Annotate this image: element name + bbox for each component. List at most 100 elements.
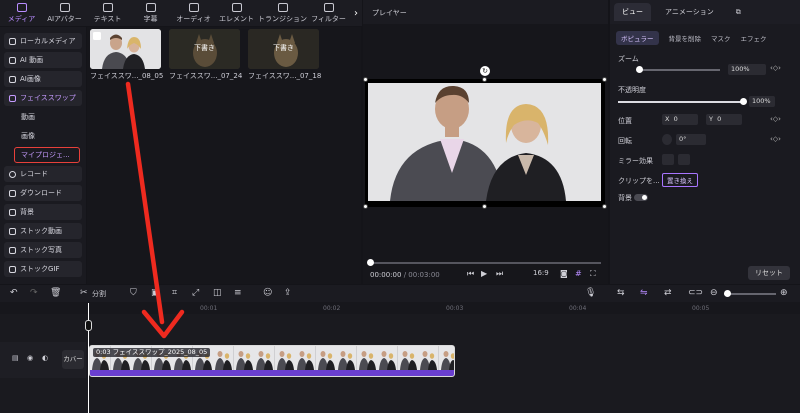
sidebar-item-download[interactable]: ダウンロード — [4, 185, 82, 201]
tab-ai-avatar[interactable]: AIアバター — [43, 0, 86, 26]
zoom-in-icon[interactable]: ⊕ — [780, 288, 788, 298]
shield-icon[interactable]: ⛉ — [130, 288, 137, 298]
resize-handle[interactable] — [363, 77, 368, 82]
subtab-effect[interactable]: エフェク — [741, 33, 767, 45]
sidebar-item-face-swap[interactable]: フェイススワップ — [4, 90, 82, 106]
playback-scrubber[interactable] — [369, 262, 601, 264]
timeline-zoom-slider[interactable] — [724, 293, 776, 295]
media-thumb-3[interactable]: 下書き — [248, 29, 319, 69]
aspect-ratio-select[interactable]: 16:9 — [533, 269, 549, 277]
clip-label: 0:03 フェイススワップ_2025_08_05 — [93, 348, 211, 357]
reset-button[interactable]: リセット — [748, 266, 790, 280]
tab-text[interactable]: テキスト — [86, 0, 129, 26]
text-icon — [102, 2, 113, 12]
sidebar-item-stock-photo[interactable]: ストック写真 — [4, 242, 82, 258]
speed-icon[interactable]: ◫ — [213, 288, 222, 298]
sidebar-item-ai-image[interactable]: AI画像 — [4, 71, 82, 87]
track-video-icon[interactable]: ▤ — [12, 354, 19, 362]
tab-animation[interactable]: アニメーション — [657, 3, 722, 21]
video-clip[interactable]: 0:03 フェイススワップ_2025_08_05 — [89, 345, 455, 377]
zoom-slider-knob[interactable] — [636, 66, 643, 73]
track-icon[interactable]: ⇄ — [664, 288, 672, 298]
keyframe-icon[interactable]: ‹◇› — [770, 115, 781, 123]
tab-audio[interactable]: オーディオ — [172, 0, 215, 26]
grid-icon[interactable]: # — [575, 269, 582, 278]
crop-box-icon[interactable]: ▣ — [151, 288, 160, 298]
sidebar-item-background[interactable]: 背景 — [4, 204, 82, 220]
tab-view[interactable]: ビュー — [614, 3, 651, 21]
resize-handle[interactable] — [602, 204, 607, 209]
background-toggle[interactable] — [634, 194, 648, 201]
chevron-right-icon[interactable]: › — [350, 0, 362, 26]
opacity-value[interactable]: 100% — [749, 96, 775, 107]
subtab-remove-bg[interactable]: 背景を削除 — [669, 33, 702, 45]
sidebar-item-local-media[interactable]: ローカルメディア — [4, 33, 82, 49]
copy-icon[interactable]: ⧉ — [728, 4, 749, 21]
delete-icon[interactable]: 🗑 — [50, 288, 61, 298]
keyframe-icon[interactable]: ‹◇› — [770, 64, 781, 72]
prev-frame-icon[interactable]: ⏮ — [467, 269, 474, 279]
redo-icon[interactable]: ↷ — [30, 288, 38, 298]
visibility-icon[interactable]: ◉ — [27, 354, 33, 362]
timeline-ruler[interactable]: 00:01 00:02 00:03 00:04 00:05 — [0, 302, 800, 314]
next-frame-icon[interactable]: ⏭ — [496, 269, 503, 279]
resize-handle[interactable] — [482, 204, 487, 209]
tab-filter[interactable]: フィルター — [307, 0, 350, 26]
mirror-horizontal-icon[interactable] — [662, 154, 674, 165]
subtab-mask[interactable]: マスク — [711, 33, 731, 45]
resize-handle[interactable] — [602, 77, 607, 82]
zoom-out-icon[interactable]: ⊖ — [710, 288, 718, 298]
cover-button[interactable]: カバー — [62, 350, 84, 369]
resize-handle[interactable] — [363, 204, 368, 209]
rotate-value[interactable]: 0° — [676, 134, 706, 145]
replace-button[interactable]: 置き換え — [662, 173, 698, 187]
link-icon[interactable]: ⇆ — [617, 288, 625, 298]
microphone-icon[interactable]: 🎙 — [585, 288, 596, 298]
position-y-field[interactable]: Y 0 — [706, 114, 742, 125]
video-preview[interactable] — [363, 77, 607, 209]
chain-icon[interactable]: ⊂⊃ — [688, 288, 703, 298]
adjust-icon[interactable]: ≡ — [234, 288, 242, 298]
sidebar-item-stock-gif[interactable]: ストックGIF — [4, 261, 82, 277]
playhead-handle[interactable] — [85, 320, 92, 331]
export-icon[interactable]: ⇪ — [284, 288, 292, 298]
rotate-dial-icon[interactable] — [662, 134, 672, 145]
play-icon[interactable]: ▶ — [481, 269, 487, 278]
crop-icon[interactable]: ⌗ — [172, 288, 177, 298]
split-icon[interactable]: ✂ — [80, 288, 88, 298]
opacity-slider[interactable] — [618, 101, 743, 103]
opacity-slider-knob[interactable] — [740, 98, 747, 105]
position-x-field[interactable]: X 0 — [662, 114, 698, 125]
tab-element[interactable]: エレメント — [215, 0, 258, 26]
face-icon[interactable]: ☺ — [263, 288, 272, 298]
timeline-zoom-knob[interactable] — [724, 290, 731, 297]
rotate-icon[interactable]: ↻ — [480, 66, 490, 76]
audio-mute-icon[interactable]: ◐ — [42, 354, 48, 362]
tab-caption[interactable]: 字幕 — [129, 0, 172, 26]
fit-icon[interactable]: ⤢ — [192, 288, 199, 298]
mirror-vertical-icon[interactable] — [678, 154, 690, 165]
media-thumb-1[interactable] — [90, 29, 161, 69]
position-label: 位置 — [618, 117, 632, 125]
tab-media[interactable]: メディア — [0, 0, 43, 26]
sidebar-item-ai-video[interactable]: AI 動画 — [4, 52, 82, 68]
sidebar-item-record[interactable]: レコード — [4, 166, 82, 182]
sidebar-item-video[interactable]: 動画 — [4, 109, 82, 125]
subtab-popular[interactable]: ボピュラー — [616, 31, 659, 45]
magnet-icon[interactable]: ⇋ — [640, 288, 648, 298]
sidebar-item-my-project[interactable]: マイプロジェ... — [14, 147, 80, 163]
tab-transition[interactable]: トランジション — [258, 0, 307, 26]
play-icon — [9, 208, 16, 216]
media-thumb-2[interactable]: 下書き — [169, 29, 240, 69]
sidebar-item-image[interactable]: 画像 — [4, 128, 82, 144]
checkbox-icon[interactable] — [93, 32, 101, 40]
snapshot-icon[interactable]: ◙ — [560, 269, 568, 278]
scrubber-knob[interactable] — [367, 259, 374, 266]
fullscreen-icon[interactable]: ⛶ — [590, 269, 596, 279]
sidebar-item-stock-video[interactable]: ストック動画 — [4, 223, 82, 239]
resize-handle[interactable] — [482, 77, 487, 82]
keyframe-icon[interactable]: ‹◇› — [770, 135, 781, 143]
zoom-value[interactable]: 100% — [728, 64, 766, 75]
zoom-slider[interactable] — [640, 69, 720, 71]
undo-icon[interactable]: ↶ — [10, 288, 18, 298]
